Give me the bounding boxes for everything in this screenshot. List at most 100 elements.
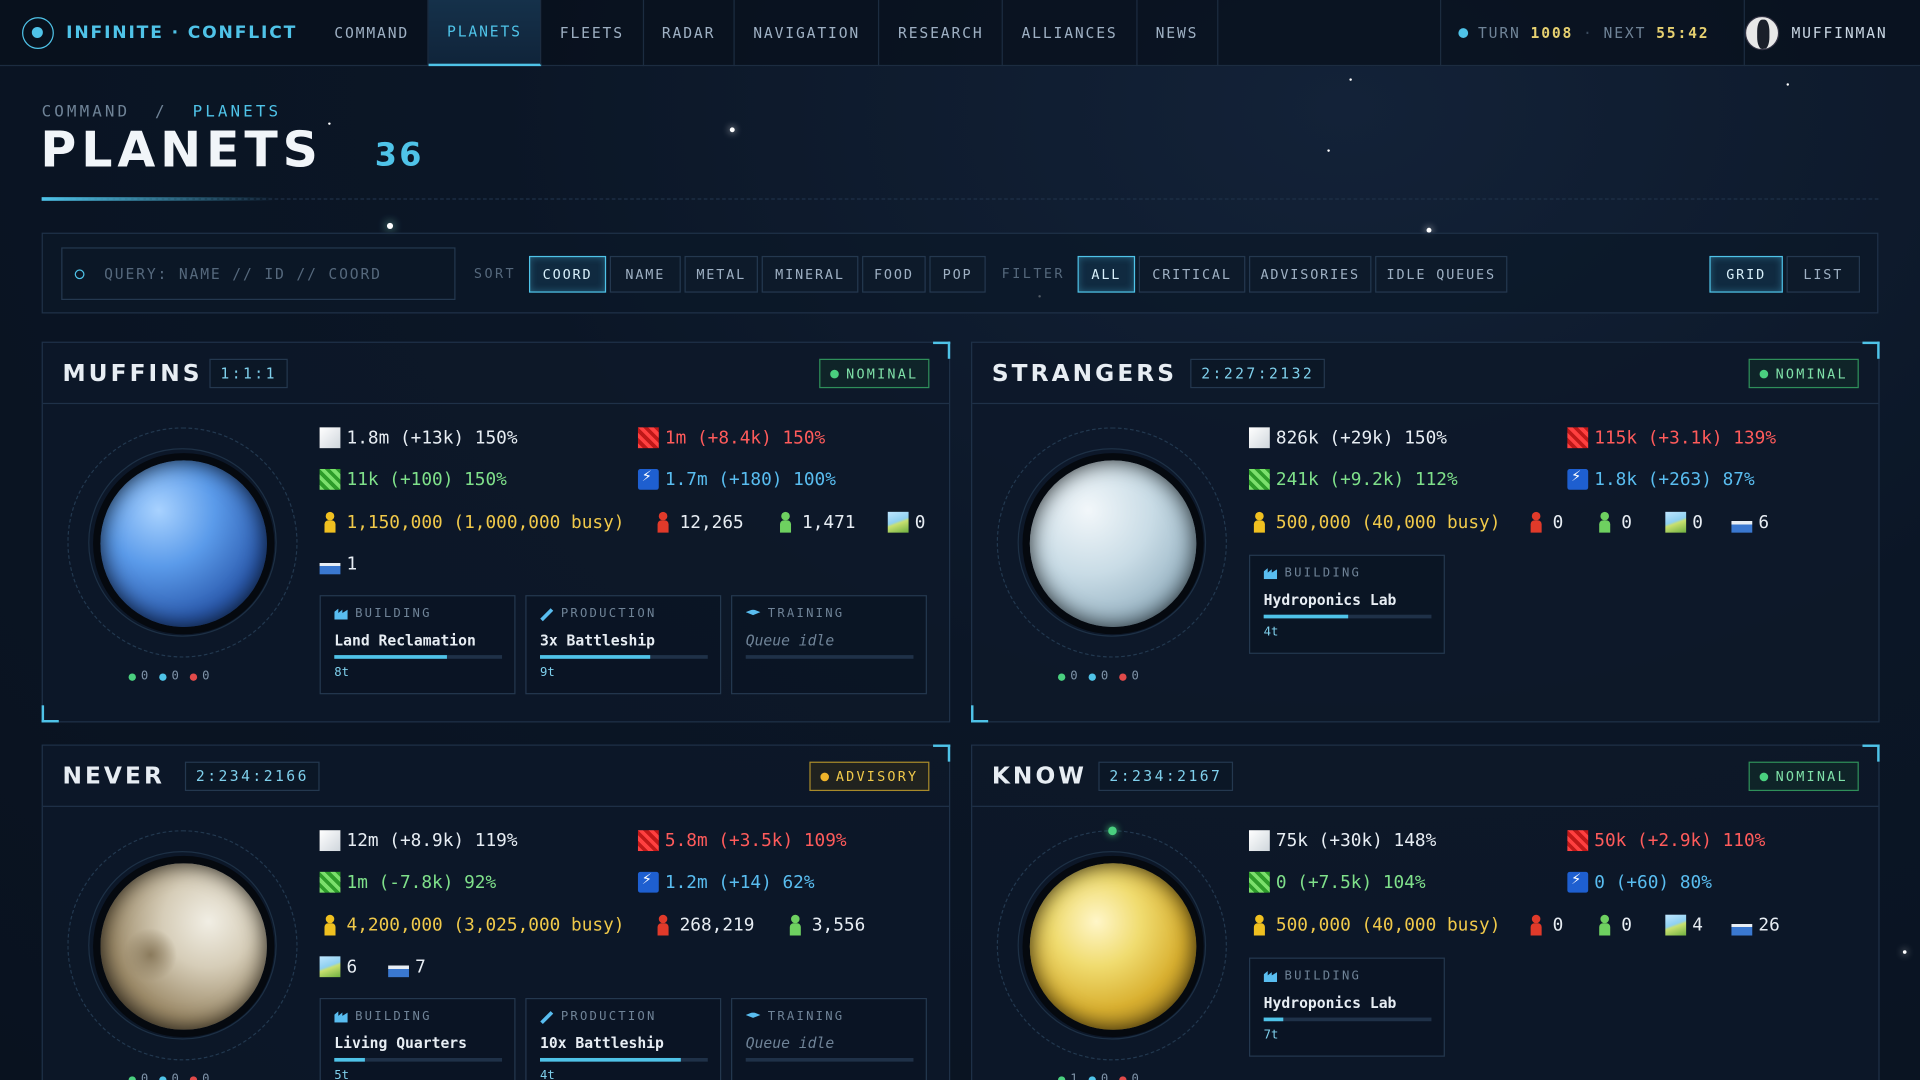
nav-tab-fleets[interactable]: FLEETS (541, 0, 644, 66)
building-queue[interactable]: BUILDING Hydroponics Lab 4t (1248, 554, 1445, 654)
building-icon (1263, 971, 1278, 983)
planet-coord[interactable]: 1:1:1 (209, 358, 288, 389)
app-logo[interactable]: INFINITE · CONFLICT (0, 0, 316, 66)
nav-tab-command[interactable]: COMMAND (316, 0, 429, 66)
nav-tab-navigation[interactable]: NAVIGATION (735, 0, 880, 66)
page-title: PLANETS (40, 122, 323, 179)
planet-image[interactable] (1029, 863, 1197, 1030)
sort-mineral-button[interactable]: MINERAL (761, 255, 859, 293)
breadcrumb-command[interactable]: COMMAND (42, 103, 131, 121)
planet-name[interactable]: MUFFINS (62, 360, 202, 387)
planet-card-never[interactable]: NEVER 2:234:2166 ADVISORY 0 0 0 12m (+8.… (41, 744, 951, 1080)
nav-tab-planets[interactable]: PLANETS (428, 0, 542, 66)
energy-icon (637, 871, 659, 893)
nav-tab-radar[interactable]: RADAR (643, 0, 735, 66)
workers-value: 1,471 (802, 512, 856, 533)
username: MUFFINMAN (1791, 24, 1888, 42)
blue-moon-count: 0 (171, 669, 179, 684)
planet-name[interactable]: STRANGERS (992, 360, 1177, 387)
soldiers-value: 0 (1552, 915, 1564, 935)
planet-coord[interactable]: 2:227:2132 (1190, 358, 1326, 389)
training-queue[interactable]: TRAINING Queue idle (731, 997, 927, 1080)
status-dot-icon (819, 772, 829, 781)
sort-label: SORT (473, 265, 517, 282)
soldiers-stat: 268,219 (653, 914, 754, 936)
status-dot-icon (830, 369, 839, 378)
view-list-button[interactable]: LIST (1786, 255, 1861, 293)
nav-tab-alliances[interactable]: ALLIANCES (1003, 0, 1138, 66)
status-text: NOMINAL (1775, 768, 1848, 785)
worker-icon (1594, 511, 1615, 533)
population-stat: 500,000 (40,000 busy) (1249, 914, 1501, 936)
planet-coord[interactable]: 2:234:2166 (184, 761, 320, 792)
energy-stat: 1.2m (+14) 62% (637, 871, 815, 893)
training-queue[interactable]: TRAINING Queue idle (731, 595, 927, 695)
building-queue[interactable]: BUILDING Land Reclamation 8t (319, 595, 516, 695)
planet-card-know[interactable]: KNOW 2:234:2167 NOMINAL 1 0 0 75k (+30k)… (971, 744, 1880, 1080)
sort-food-button[interactable]: FOOD (862, 255, 926, 293)
food-value: 0 (+7.5k) 104% (1275, 872, 1426, 893)
planet-card-strangers[interactable]: STRANGERS 2:227:2132 NOMINAL 0 0 0 826k … (971, 341, 1880, 723)
building-queue[interactable]: BUILDING Hydroponics Lab 7t (1248, 957, 1445, 1057)
planet-image[interactable] (100, 460, 267, 627)
sort-coord-button[interactable]: COORD (528, 255, 607, 293)
red-moon-count: 0 (202, 669, 210, 684)
energy-value: 0 (+60) 80% (1594, 872, 1712, 893)
land-icon (1665, 511, 1687, 533)
food-icon (1248, 871, 1270, 893)
planet-name[interactable]: KNOW (992, 763, 1087, 790)
search-box[interactable] (61, 247, 456, 301)
metal-stat: 12m (+8.9k) 119% (319, 830, 518, 852)
planet-orbit (67, 427, 298, 658)
planet-name[interactable]: NEVER (62, 763, 164, 790)
queue-item-name: 3x Battleship (540, 631, 656, 649)
sort-metal-button[interactable]: METAL (684, 255, 758, 293)
queue-type: PRODUCTION (560, 1010, 657, 1024)
metal-value: 1.8m (+13k) 150% (346, 427, 518, 448)
filter-all-button[interactable]: ALL (1077, 255, 1136, 293)
mineral-icon (1567, 830, 1589, 852)
metal-value: 75k (+30k) 148% (1275, 830, 1437, 851)
search-input[interactable] (104, 265, 435, 283)
planet-image[interactable] (100, 863, 267, 1030)
energy-value: 1.8k (+263) 87% (1594, 469, 1755, 490)
planet-card-header: KNOW 2:234:2167 NOMINAL (972, 746, 1879, 807)
nav-tab-research[interactable]: RESEARCH (880, 0, 1004, 66)
workers-stat: 3,556 (785, 914, 865, 936)
population-stat: 1,150,000 (1,000,000 busy) (320, 511, 624, 533)
food-value: 1m (-7.8k) 92% (346, 872, 497, 893)
soldier-icon (1526, 511, 1547, 533)
soldier-icon (1526, 914, 1547, 936)
filter-critical-button[interactable]: CRITICAL (1138, 255, 1246, 293)
view-grid-button[interactable]: GRID (1709, 255, 1783, 293)
sort-name-button[interactable]: NAME (609, 255, 681, 293)
user-menu[interactable]: MUFFINMAN (1743, 0, 1920, 67)
planet-image[interactable] (1029, 460, 1197, 627)
mineral-stat: 5.8m (+3.5k) 109% (637, 830, 847, 852)
blue-moon-count: 0 (1100, 669, 1109, 684)
queue-progress-track (745, 1057, 914, 1062)
orbiting-moon-icon[interactable] (1108, 826, 1117, 836)
planet-card-header: STRANGERS 2:227:2132 NOMINAL (972, 343, 1879, 405)
planet-card-muffins[interactable]: MUFFINS 1:1:1 NOMINAL 0 0 0 1.8m (+13k) … (41, 341, 951, 723)
filter-label: FILTER (1001, 265, 1066, 282)
building-queue[interactable]: BUILDING Living Quarters 5t (319, 997, 516, 1080)
population-value: 500,000 (40,000 busy) (1275, 915, 1501, 935)
toolbar: SORT COORD NAME METAL MINERAL FOOD POP F… (41, 232, 1879, 314)
queue-type: BUILDING (355, 1010, 432, 1024)
sea-stat: 26 (1731, 914, 1780, 936)
queue-item-name: Queue idle (745, 631, 835, 649)
queue-type: BUILDING (355, 607, 432, 621)
population-icon (320, 511, 341, 533)
production-queue[interactable]: PRODUCTION 3x Battleship 9t (525, 595, 722, 695)
filter-idle-queues-button[interactable]: IDLE QUEUES (1375, 255, 1508, 293)
sort-pop-button[interactable]: POP (929, 255, 986, 293)
planet-coord[interactable]: 2:234:2167 (1098, 761, 1234, 792)
filter-advisories-button[interactable]: ADVISORIES (1248, 255, 1372, 293)
land-stat: 6 (319, 956, 357, 978)
queue-item-name: Hydroponics Lab (1263, 591, 1397, 609)
food-icon (1248, 468, 1270, 490)
status-dot-icon (1759, 772, 1769, 781)
nav-tab-news[interactable]: NEWS (1137, 0, 1218, 66)
production-queue[interactable]: PRODUCTION 10x Battleship 4t (525, 997, 722, 1080)
